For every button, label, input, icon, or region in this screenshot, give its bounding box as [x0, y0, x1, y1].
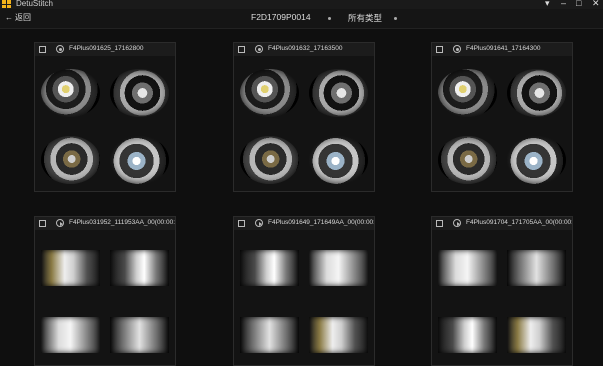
select-checkbox[interactable] — [436, 46, 443, 53]
back-button[interactable]: ← 返回 — [5, 12, 31, 23]
fisheye-thumbnail — [110, 69, 169, 117]
media-card[interactable]: F4Plus091649_171649AA_00(00:00:1( — [233, 216, 375, 366]
back-label: 返回 — [15, 13, 31, 22]
card-header: F4Plus091641_17164300 — [432, 43, 572, 56]
file-name: F4Plus031952_111953AA_00(00:00:1 — [69, 219, 175, 226]
media-card[interactable]: F4Plus091641_17164300 — [431, 42, 573, 192]
file-name: F4Plus091625_17162800 — [69, 45, 144, 52]
maximize-icon[interactable]: □ — [576, 0, 581, 8]
chevron-down-icon[interactable]: ▾ — [545, 0, 550, 9]
card-header: F4Plus091632_17163500 — [234, 43, 374, 56]
video-thumbnail — [110, 317, 169, 353]
media-card[interactable]: F4Plus091632_17163500 — [233, 42, 375, 192]
fisheye-thumbnail — [438, 69, 497, 117]
camera-mode-icon — [56, 45, 64, 53]
file-name: F4Plus091641_17164300 — [466, 45, 541, 52]
video-play-icon — [56, 219, 64, 227]
video-thumbnail — [507, 250, 566, 286]
media-card[interactable]: F4Plus031952_111953AA_00(00:00:1 — [34, 216, 176, 366]
minimize-icon[interactable]: – — [561, 0, 566, 8]
fisheye-thumbnail — [507, 136, 566, 184]
video-thumbnail — [438, 317, 497, 353]
select-checkbox[interactable] — [436, 220, 443, 227]
fisheye-thumbnail — [41, 69, 100, 117]
video-thumbnail — [507, 317, 566, 353]
card-header: F4Plus091704_171705AA_00(00:00:0 — [432, 217, 572, 230]
fisheye-thumbnail — [41, 136, 100, 184]
media-card[interactable]: F4Plus091625_17162800 — [34, 42, 176, 192]
camera-mode-icon — [255, 45, 263, 53]
file-name: F4Plus091704_171705AA_00(00:00:0 — [466, 219, 572, 226]
back-arrow-icon: ← — [5, 13, 13, 22]
card-header: F4Plus091625_17162800 — [35, 43, 175, 56]
video-thumbnail — [438, 250, 497, 286]
video-thumbnail — [240, 317, 299, 353]
select-checkbox[interactable] — [238, 46, 245, 53]
fisheye-thumbnail — [110, 136, 169, 184]
video-thumbnail — [41, 317, 100, 353]
video-thumbnail — [309, 250, 368, 286]
separator-dot — [328, 17, 331, 20]
fisheye-thumbnail — [309, 136, 368, 184]
file-name: F4Plus091649_171649AA_00(00:00:1( — [268, 219, 374, 226]
card-header: F4Plus091649_171649AA_00(00:00:1( — [234, 217, 374, 230]
app-logo-icon — [2, 0, 11, 8]
device-id: F2D1709P0014 — [251, 12, 311, 22]
file-name: F4Plus091632_17163500 — [268, 45, 343, 52]
separator-dot — [394, 17, 397, 20]
nav-bar: ← 返回 F2D1709P0014 所有类型 — [0, 9, 603, 29]
video-thumbnail — [110, 250, 169, 286]
fisheye-thumbnail — [438, 136, 497, 184]
fisheye-thumbnail — [240, 136, 299, 184]
video-thumbnail — [240, 250, 299, 286]
select-checkbox[interactable] — [39, 220, 46, 227]
title-bar: DetuStitch ▾ – □ ✕ — [0, 0, 603, 9]
video-thumbnail — [309, 317, 368, 353]
app-title: DetuStitch — [16, 0, 53, 8]
card-header: F4Plus031952_111953AA_00(00:00:1 — [35, 217, 175, 230]
video-play-icon — [453, 219, 461, 227]
fisheye-thumbnail — [309, 69, 368, 117]
video-play-icon — [255, 219, 263, 227]
select-checkbox[interactable] — [39, 46, 46, 53]
type-filter-dropdown[interactable]: 所有类型 — [348, 12, 382, 24]
camera-mode-icon — [453, 45, 461, 53]
fisheye-thumbnail — [507, 69, 566, 117]
close-icon[interactable]: ✕ — [592, 0, 600, 9]
video-thumbnail — [41, 250, 100, 286]
select-checkbox[interactable] — [238, 220, 245, 227]
fisheye-thumbnail — [240, 69, 299, 117]
media-card[interactable]: F4Plus091704_171705AA_00(00:00:0 — [431, 216, 573, 366]
